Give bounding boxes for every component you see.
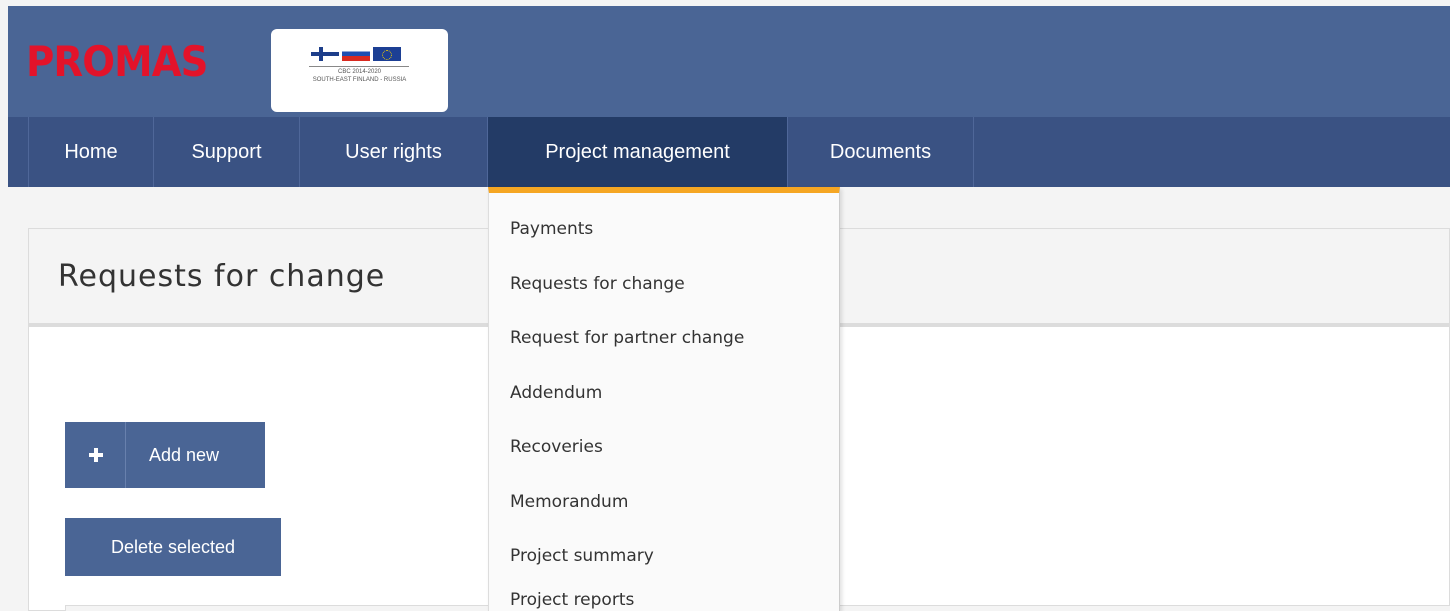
eu-flag-icon xyxy=(373,47,401,61)
program-badge: CBC 2014-2020 SOUTH-EAST FINLAND - RUSSI… xyxy=(271,29,448,112)
plus-icon xyxy=(65,422,126,488)
finland-flag-icon xyxy=(311,47,339,61)
badge-text-region: SOUTH-EAST FINLAND - RUSSIA xyxy=(312,77,407,83)
badge-text-period: CBC 2014-2020 xyxy=(337,69,382,75)
flags-icon xyxy=(311,47,401,61)
menu-item-requests-for-change[interactable]: Requests for change xyxy=(510,269,685,299)
promas-logo[interactable]: PROMAS xyxy=(26,36,209,88)
menu-item-project-reports[interactable]: Project reports xyxy=(510,585,634,611)
project-management-dropdown: Payments Requests for change Request for… xyxy=(488,187,840,611)
menu-item-recoveries[interactable]: Recoveries xyxy=(510,432,603,462)
badge-divider xyxy=(309,66,409,67)
add-new-label: Add new xyxy=(149,445,220,465)
nav-item-home[interactable]: Home xyxy=(28,117,154,187)
nav-item-support[interactable]: Support xyxy=(154,117,300,187)
site-header: PROMAS CBC 2014-2020 SOUTH-EAST FINLAND … xyxy=(8,6,1450,117)
russia-flag-icon xyxy=(342,47,370,61)
nav-item-user-rights[interactable]: User rights xyxy=(300,117,488,187)
add-new-button[interactable]: Add new xyxy=(65,422,265,488)
page-title: Requests for change xyxy=(58,259,386,294)
menu-item-project-summary[interactable]: Project summary xyxy=(510,541,654,571)
nav-item-project-management[interactable]: Project management xyxy=(488,117,788,187)
menu-item-request-for-partner-change[interactable]: Request for partner change xyxy=(510,323,744,353)
delete-selected-button[interactable]: Delete selected xyxy=(65,518,281,576)
main-nav: Home Support User rights Project managem… xyxy=(8,117,1450,187)
menu-item-memorandum[interactable]: Memorandum xyxy=(510,487,628,517)
nav-item-documents[interactable]: Documents xyxy=(788,117,974,187)
menu-item-payments[interactable]: Payments xyxy=(510,214,593,244)
menu-item-addendum[interactable]: Addendum xyxy=(510,378,602,408)
